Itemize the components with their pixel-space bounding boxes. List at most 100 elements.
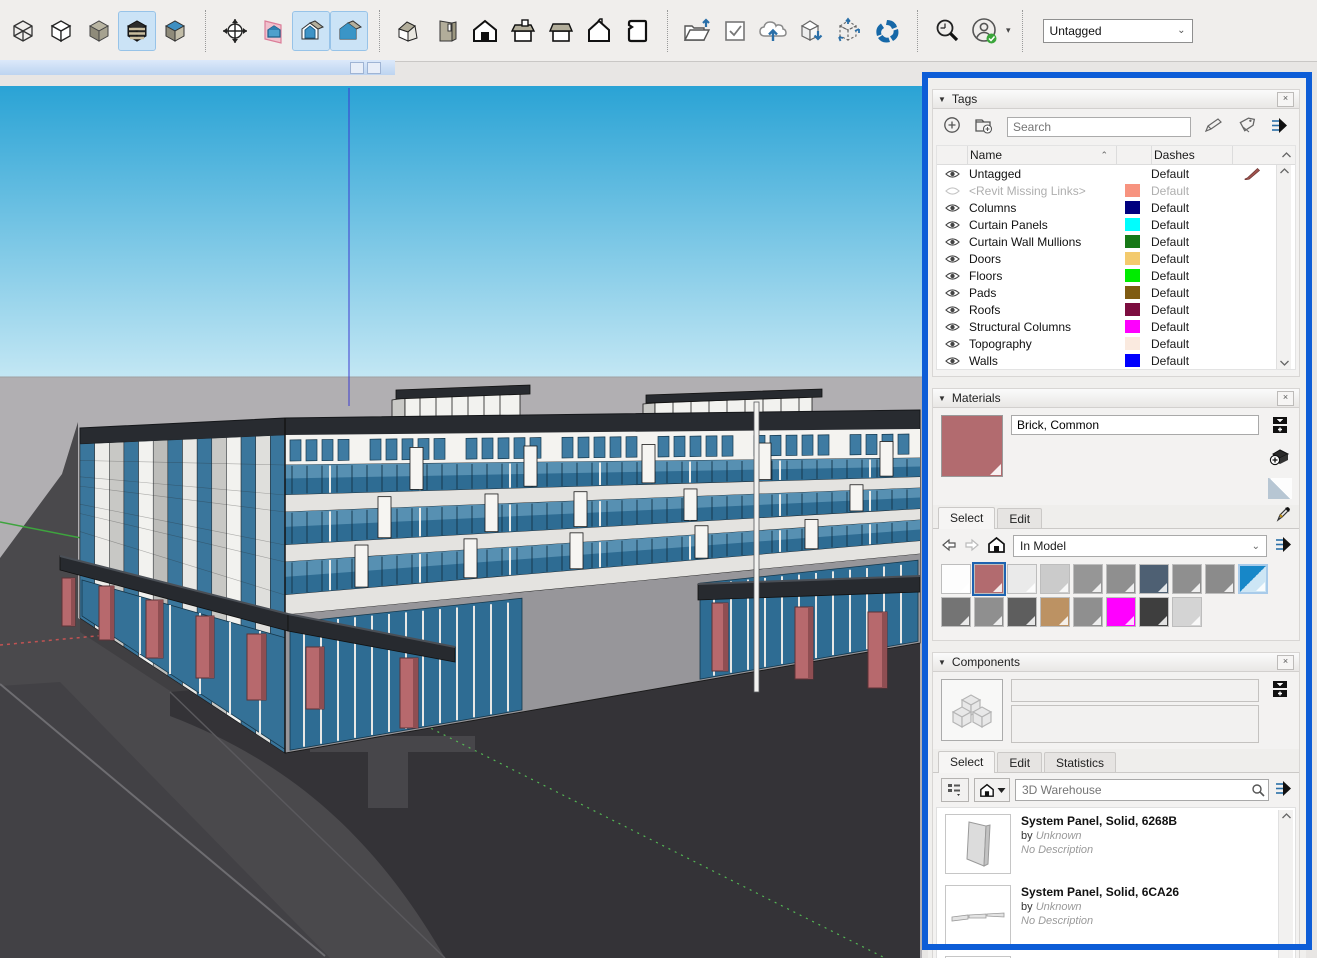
- visibility-eye-icon[interactable]: [937, 339, 967, 349]
- tag-dashes-value[interactable]: Default: [1149, 303, 1229, 317]
- tag-dashes-value[interactable]: Default: [1149, 269, 1229, 283]
- tags-panel-header[interactable]: ▼ Tags ×: [933, 90, 1299, 109]
- view-options-button[interactable]: [941, 778, 969, 802]
- tag-icon[interactable]: [1237, 116, 1257, 137]
- hidden-line-style-button[interactable]: [43, 12, 79, 50]
- material-swatch-selected[interactable]: [974, 564, 1004, 594]
- tray-pin-icon[interactable]: [350, 62, 364, 74]
- material-swatch[interactable]: [1106, 564, 1136, 594]
- import-file-button[interactable]: [679, 12, 715, 50]
- component-item[interactable]: System Panel, Solid, 6CA26by UnknownNo D…: [945, 885, 1275, 945]
- back-edges-style-button[interactable]: [119, 12, 155, 50]
- visibility-eye-icon[interactable]: [937, 220, 967, 230]
- close-icon[interactable]: ×: [1277, 655, 1294, 670]
- tag-dashes-value[interactable]: Default: [1149, 235, 1229, 249]
- material-swatch[interactable]: [941, 564, 971, 594]
- components-scrollbar[interactable]: [1278, 810, 1293, 958]
- revit-importer-button[interactable]: [869, 12, 905, 50]
- material-swatch[interactable]: [1172, 597, 1202, 627]
- add-tag-button[interactable]: [943, 116, 961, 137]
- close-icon[interactable]: ×: [1277, 391, 1294, 406]
- dashes-column-header[interactable]: Dashes: [1152, 148, 1232, 162]
- tag-color-swatch[interactable]: [1115, 235, 1149, 248]
- tag-color-swatch[interactable]: [1115, 303, 1149, 316]
- components-details-arrow[interactable]: [1274, 780, 1293, 800]
- components-panel-header[interactable]: ▼ Components ×: [933, 653, 1299, 672]
- validate-button[interactable]: [717, 12, 753, 50]
- tag-row[interactable]: WallsDefault: [937, 352, 1295, 369]
- tag-color-swatch[interactable]: [1115, 252, 1149, 265]
- visibility-eye-icon[interactable]: [937, 271, 967, 281]
- tag-dashes-value[interactable]: Default: [1149, 184, 1229, 198]
- materials-details-arrow[interactable]: [1274, 536, 1293, 556]
- tab-select[interactable]: Select: [938, 751, 995, 773]
- material-swatch[interactable]: [941, 597, 971, 627]
- component-description-field[interactable]: [1011, 705, 1259, 743]
- material-swatch[interactable]: [1007, 597, 1037, 627]
- edit-pencil-icon[interactable]: [1229, 167, 1275, 180]
- material-swatch[interactable]: [1040, 564, 1070, 594]
- tag-row[interactable]: PadsDefault: [937, 284, 1295, 301]
- tray-close-icon[interactable]: [367, 62, 381, 74]
- account-button[interactable]: [967, 12, 1003, 50]
- tag-row[interactable]: RoofsDefault: [937, 301, 1295, 318]
- material-name-input[interactable]: [1011, 415, 1259, 435]
- name-column-header[interactable]: Name⌃: [968, 148, 1116, 162]
- front-view-button[interactable]: [467, 12, 503, 50]
- material-swatch[interactable]: [1040, 597, 1070, 627]
- account-caret-icon[interactable]: ▾: [1006, 25, 1011, 36]
- tag-dashes-value[interactable]: Default: [1149, 354, 1229, 368]
- collapse-icon[interactable]: ▼: [938, 95, 946, 104]
- material-swatch[interactable]: [974, 597, 1004, 627]
- tag-row[interactable]: UntaggedDefault: [937, 165, 1295, 182]
- tag-row[interactable]: ColumnsDefault: [937, 199, 1295, 216]
- viewport-3d[interactable]: [0, 86, 922, 958]
- component-item[interactable]: System Panel, Solid, 6268Bby UnknownNo D…: [945, 814, 1275, 874]
- collapse-icon[interactable]: ▼: [938, 658, 946, 667]
- component-title[interactable]: System Panel, Solid, 6CA26: [1021, 885, 1179, 899]
- tag-dashes-value[interactable]: Default: [1149, 286, 1229, 300]
- collection-dropdown[interactable]: In Model ⌄: [1013, 535, 1267, 557]
- secondary-pane-icon[interactable]: [1272, 416, 1288, 437]
- back-arrow-icon[interactable]: [941, 538, 957, 555]
- edit-tag-pencil-icon[interactable]: [1204, 117, 1224, 136]
- home-icon[interactable]: [987, 536, 1006, 556]
- display-section-fill-button[interactable]: [331, 12, 367, 50]
- material-swatch[interactable]: [1007, 564, 1037, 594]
- section-plane-button[interactable]: [217, 12, 253, 50]
- material-swatch[interactable]: [1172, 564, 1202, 594]
- tab-edit[interactable]: Edit: [997, 508, 1042, 528]
- tags-search-input[interactable]: [1007, 117, 1191, 137]
- tag-row[interactable]: FloorsDefault: [937, 267, 1295, 284]
- visibility-eye-icon[interactable]: [937, 237, 967, 247]
- tag-row[interactable]: Curtain PanelsDefault: [937, 216, 1295, 233]
- component-name-field[interactable]: [1011, 679, 1259, 702]
- display-section-planes-button[interactable]: [255, 12, 291, 50]
- tag-color-swatch[interactable]: [1115, 320, 1149, 333]
- material-swatch[interactable]: [1073, 597, 1103, 627]
- material-swatch[interactable]: [1139, 597, 1169, 627]
- tag-color-swatch[interactable]: [1115, 201, 1149, 214]
- download-model-button[interactable]: [793, 12, 829, 50]
- iso-view-button[interactable]: [391, 12, 427, 50]
- search-icon[interactable]: [1251, 783, 1265, 800]
- default-material-swatch[interactable]: [1268, 478, 1292, 499]
- tag-row[interactable]: Structural ColumnsDefault: [937, 318, 1295, 335]
- back-view-button[interactable]: [505, 12, 541, 50]
- right-view-button[interactable]: [581, 12, 617, 50]
- create-material-icon[interactable]: [1269, 446, 1291, 469]
- eyedropper-icon[interactable]: [1276, 506, 1291, 525]
- material-swatch[interactable]: [1139, 564, 1169, 594]
- tag-dashes-value[interactable]: Default: [1149, 201, 1229, 215]
- monochrome-style-button[interactable]: [81, 12, 117, 50]
- component-thumbnail[interactable]: [945, 885, 1011, 945]
- plan-view-button[interactable]: [619, 12, 655, 50]
- shaded-textures-style-button[interactable]: [157, 12, 193, 50]
- left-view-button[interactable]: [543, 12, 579, 50]
- visibility-eye-off-icon[interactable]: [937, 186, 967, 196]
- tag-color-swatch[interactable]: [1115, 184, 1149, 197]
- tags-details-arrow[interactable]: [1270, 117, 1289, 137]
- tag-dashes-value[interactable]: Default: [1149, 337, 1229, 351]
- visibility-eye-icon[interactable]: [937, 322, 967, 332]
- tags-scrollbar[interactable]: [1276, 165, 1291, 369]
